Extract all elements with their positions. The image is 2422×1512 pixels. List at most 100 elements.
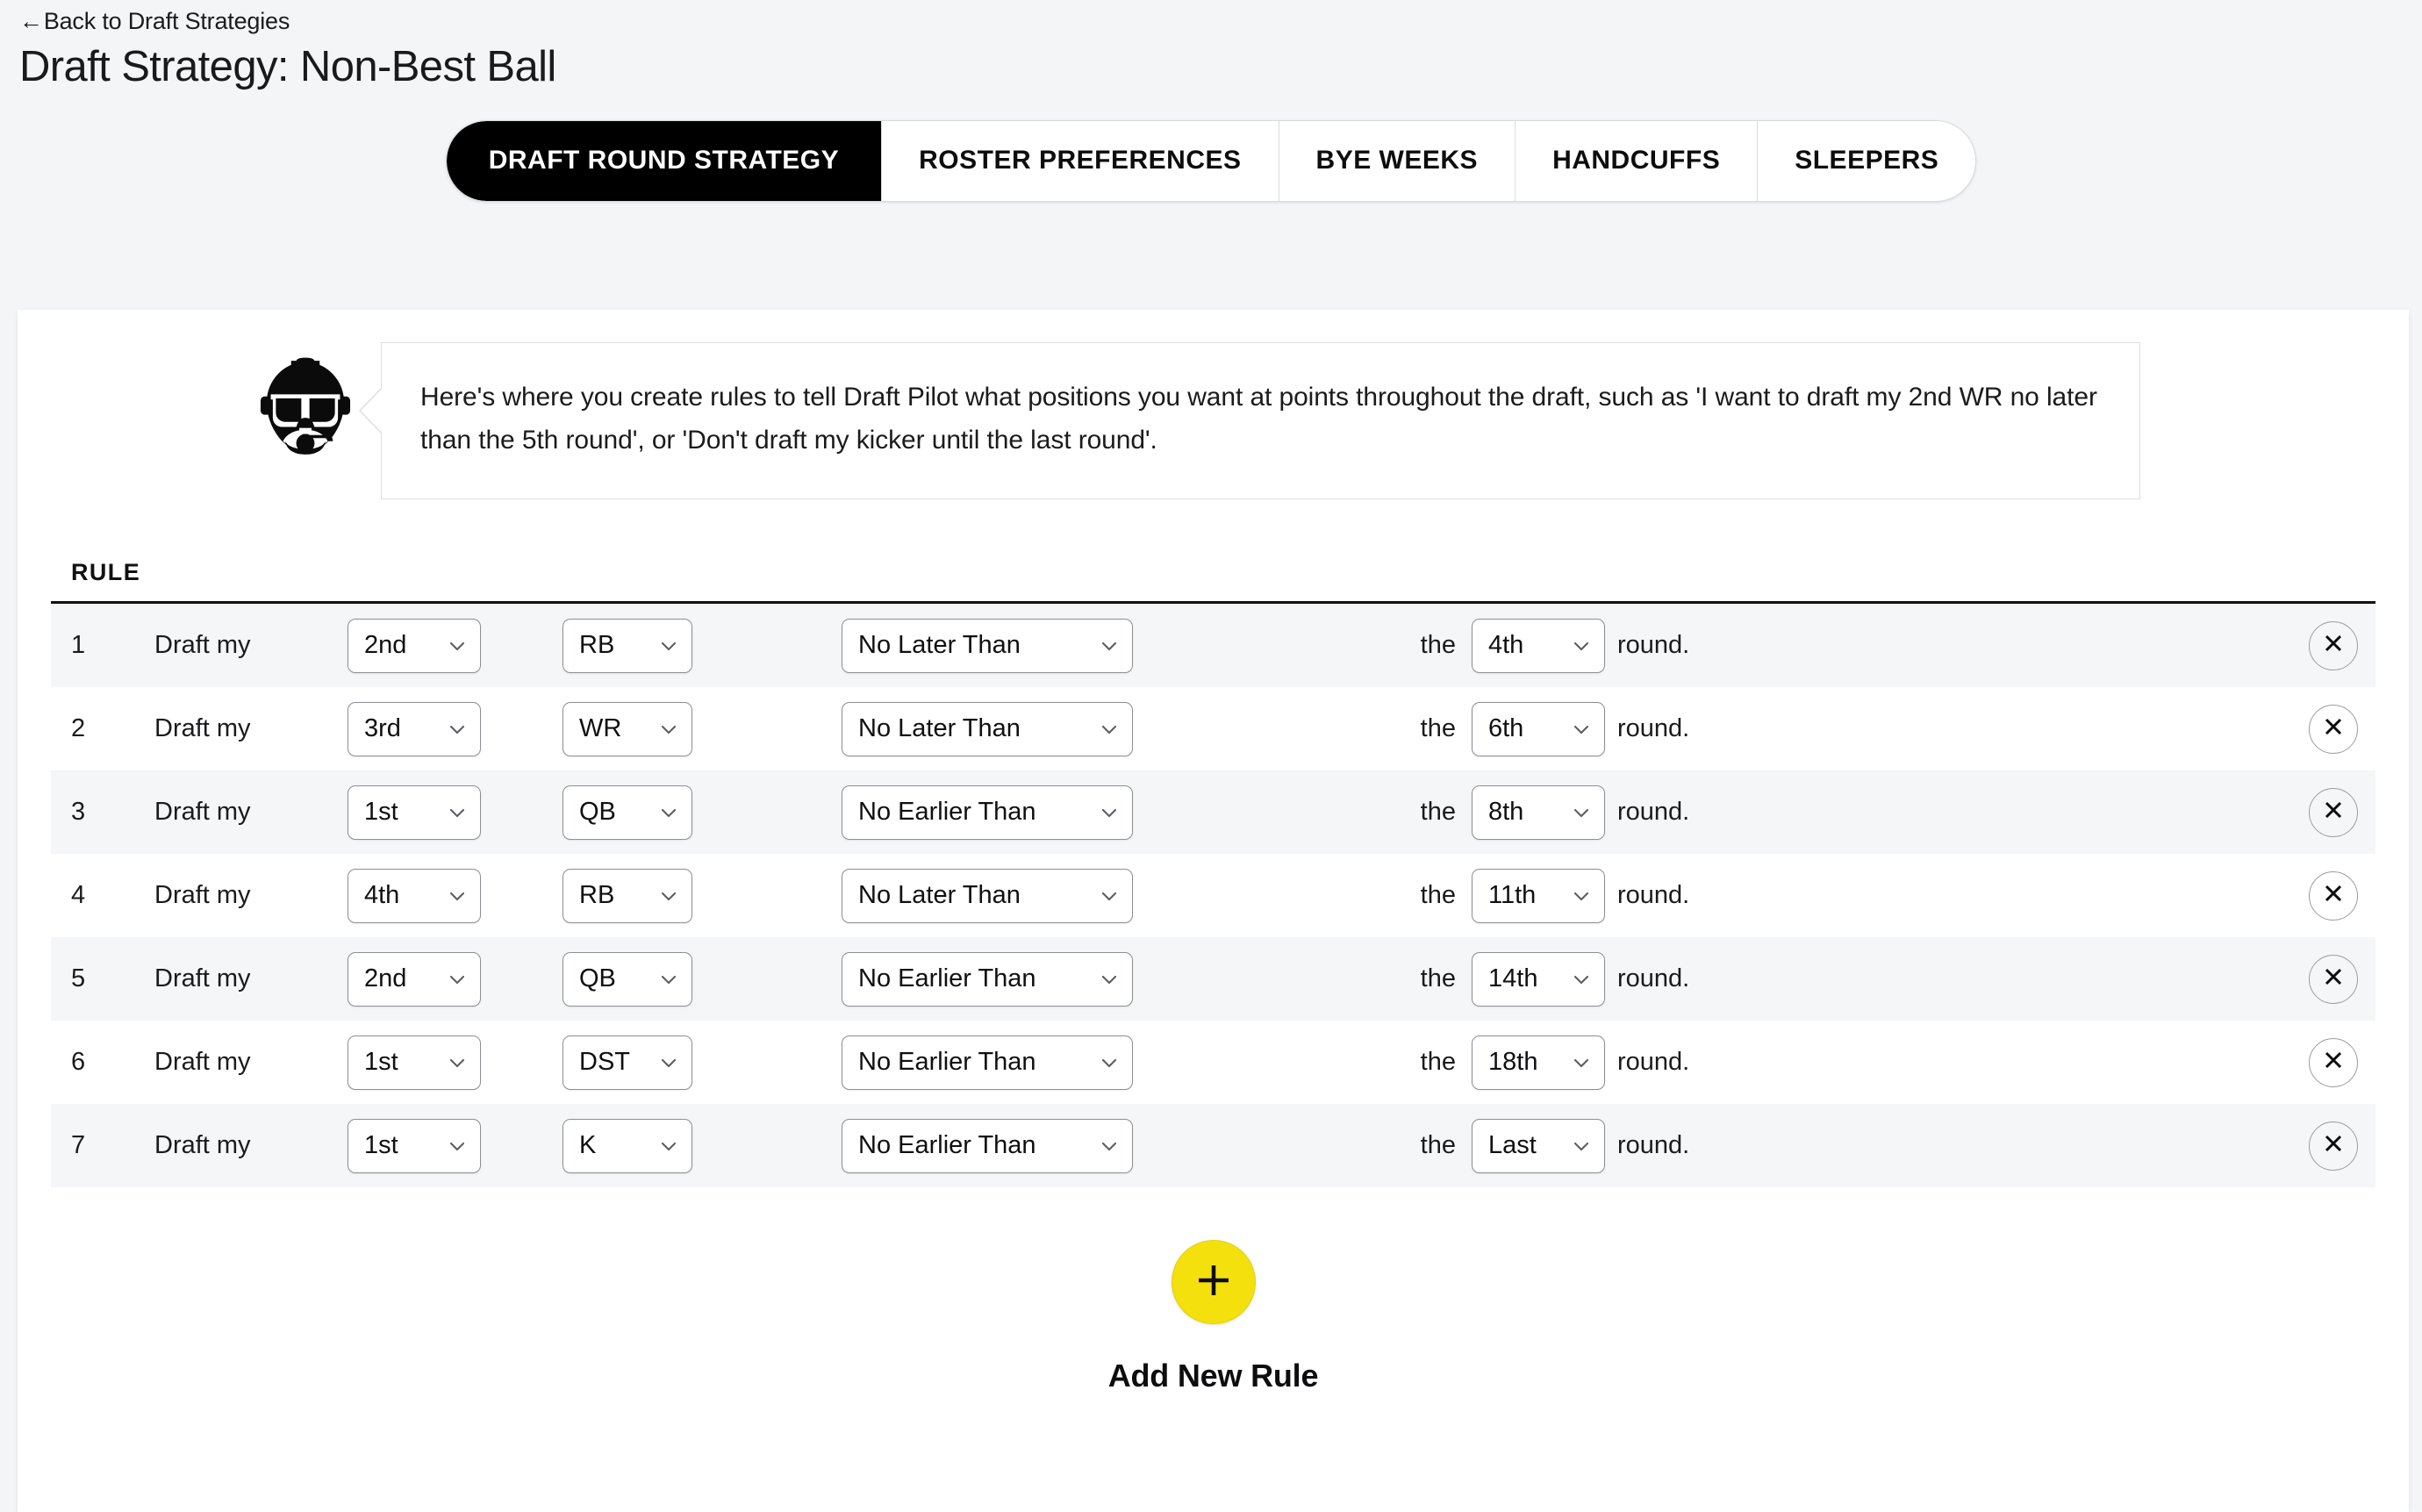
chevron-down-icon [1099, 802, 1120, 823]
chevron-down-icon [1571, 969, 1592, 990]
position-select[interactable]: QB [563, 951, 692, 1007]
delete-rule-button[interactable] [2309, 704, 2358, 754]
round-select[interactable]: 6th [1472, 701, 1605, 756]
ordinal-select[interactable]: 2nd [348, 618, 481, 673]
chevron-down-icon [658, 885, 679, 906]
round-select-value: 18th [1488, 1048, 1538, 1077]
info-bubble: Here's where you create rules to tell Dr… [359, 342, 2140, 500]
close-icon [2320, 630, 2347, 661]
chevron-down-icon [658, 1136, 679, 1157]
rule-number: 4 [71, 881, 86, 910]
the-text: the [1420, 798, 1456, 827]
ordinal-select-value: 1st [364, 798, 398, 827]
chevron-down-icon [1099, 885, 1120, 906]
chevron-down-icon [1571, 1136, 1592, 1157]
chevron-down-icon [1571, 635, 1592, 656]
position-select[interactable]: WR [563, 701, 692, 756]
round-select[interactable]: 14th [1472, 951, 1605, 1007]
round-select[interactable]: 18th [1472, 1035, 1605, 1090]
delete-rule-button[interactable] [2309, 787, 2358, 837]
round-select[interactable]: 8th [1472, 785, 1605, 840]
ordinal-select[interactable]: 4th [348, 868, 481, 923]
rule-lead-text: Draft my [154, 714, 251, 743]
position-select-value: RB [579, 881, 615, 910]
the-text: the [1420, 1048, 1456, 1077]
the-text: the [1420, 964, 1456, 993]
timing-select[interactable]: No Later Than [842, 701, 1133, 756]
round-select-value: 8th [1488, 798, 1524, 827]
position-select[interactable]: K [563, 1118, 692, 1173]
add-new-rule-label: Add New Rule [1107, 1358, 1319, 1394]
chevron-down-icon [447, 969, 468, 990]
back-to-draft-strategies-link[interactable]: ←Back to Draft Strategies [19, 7, 290, 35]
rule-number: 5 [71, 964, 86, 993]
the-text: the [1420, 881, 1456, 910]
table-row: 3 Draft my 1st QB No Earlier Than the 8th round… [51, 770, 2375, 855]
round-suffix-text: round. [1617, 631, 1690, 660]
timing-select[interactable]: No Earlier Than [842, 1035, 1133, 1090]
tab-handcuffs[interactable]: HANDCUFFS [1515, 120, 1758, 201]
position-select[interactable]: RB [563, 618, 692, 673]
chevron-down-icon [1571, 719, 1592, 740]
ordinal-select[interactable]: 2nd [348, 951, 481, 1007]
tab-roster-preferences[interactable]: ROSTER PREFERENCES [881, 120, 1279, 201]
timing-select-value: No Later Than [858, 714, 1021, 743]
position-select[interactable]: RB [563, 868, 692, 923]
round-select-value: 4th [1488, 631, 1524, 660]
timing-select[interactable]: No Earlier Than [842, 951, 1133, 1007]
timing-select[interactable]: No Earlier Than [842, 785, 1133, 840]
timing-select[interactable]: No Later Than [842, 868, 1133, 923]
timing-select[interactable]: No Later Than [842, 618, 1133, 673]
ordinal-select[interactable]: 1st [348, 1118, 481, 1173]
rule-number: 1 [71, 631, 86, 660]
content-card: Here's where you create rules to tell Dr… [18, 310, 2409, 1512]
add-new-rule-button[interactable] [1171, 1240, 1256, 1325]
chevron-down-icon [1571, 802, 1592, 823]
timing-select-value: No Later Than [858, 881, 1021, 910]
the-text: the [1420, 1131, 1456, 1160]
tab-bar-wrapper: DRAFT ROUND STRATEGY ROSTER PREFERENCES … [0, 119, 2422, 202]
ordinal-select[interactable]: 1st [348, 1035, 481, 1090]
draft-strategy-page: ←Back to Draft Strategies Draft Strategy… [0, 0, 2422, 1512]
position-select[interactable]: DST [563, 1035, 692, 1090]
rules-column-header: RULE [71, 559, 141, 586]
delete-rule-button[interactable] [2309, 620, 2358, 670]
close-icon [2320, 964, 2347, 994]
delete-rule-button[interactable] [2309, 954, 2358, 1004]
rule-lead-text: Draft my [154, 798, 251, 827]
chevron-down-icon [1099, 719, 1120, 740]
chevron-down-icon [1099, 1052, 1120, 1073]
position-select[interactable]: QB [563, 785, 692, 840]
tab-bye-weeks[interactable]: BYE WEEKS [1278, 120, 1516, 201]
table-row: 4 Draft my 4th RB No Later Than the 11th round. [51, 854, 2375, 938]
tab-sleepers[interactable]: SLEEPERS [1757, 120, 1976, 201]
delete-rule-button[interactable] [2309, 1121, 2358, 1171]
ordinal-select[interactable]: 1st [348, 785, 481, 840]
close-icon [2320, 880, 2347, 911]
timing-select-value: No Earlier Than [858, 1131, 1036, 1160]
rule-number: 6 [71, 1048, 86, 1077]
round-select-value: Last [1488, 1131, 1537, 1160]
rules-table-area: RULE 1 Draft my 2nd RB No Later Than the 4th ro… [18, 559, 2409, 1188]
position-select-value: DST [579, 1048, 630, 1077]
delete-rule-button[interactable] [2309, 871, 2358, 921]
round-select[interactable]: 4th [1472, 618, 1605, 673]
rule-lead-text: Draft my [154, 1048, 251, 1077]
timing-select[interactable]: No Earlier Than [842, 1118, 1133, 1173]
info-banner: Here's where you create rules to tell Dr… [18, 310, 2409, 500]
chevron-down-icon [1099, 969, 1120, 990]
table-row: 6 Draft my 1st DST No Earlier Than the 18th rou… [51, 1021, 2375, 1105]
chevron-down-icon [447, 802, 468, 823]
round-select[interactable]: 11th [1472, 868, 1605, 923]
page-header: ←Back to Draft Strategies Draft Strategy… [0, 0, 2422, 92]
rule-number: 2 [71, 714, 86, 743]
tab-draft-round-strategy[interactable]: DRAFT ROUND STRATEGY [446, 120, 882, 201]
close-icon [2320, 713, 2347, 744]
round-suffix-text: round. [1617, 714, 1690, 743]
rule-lead-text: Draft my [154, 1131, 251, 1160]
ordinal-select[interactable]: 3rd [348, 701, 481, 756]
add-new-rule-area: Add New Rule [18, 1240, 2409, 1394]
position-select-value: WR [579, 714, 622, 743]
round-select[interactable]: Last [1472, 1118, 1605, 1173]
delete-rule-button[interactable] [2309, 1037, 2358, 1087]
